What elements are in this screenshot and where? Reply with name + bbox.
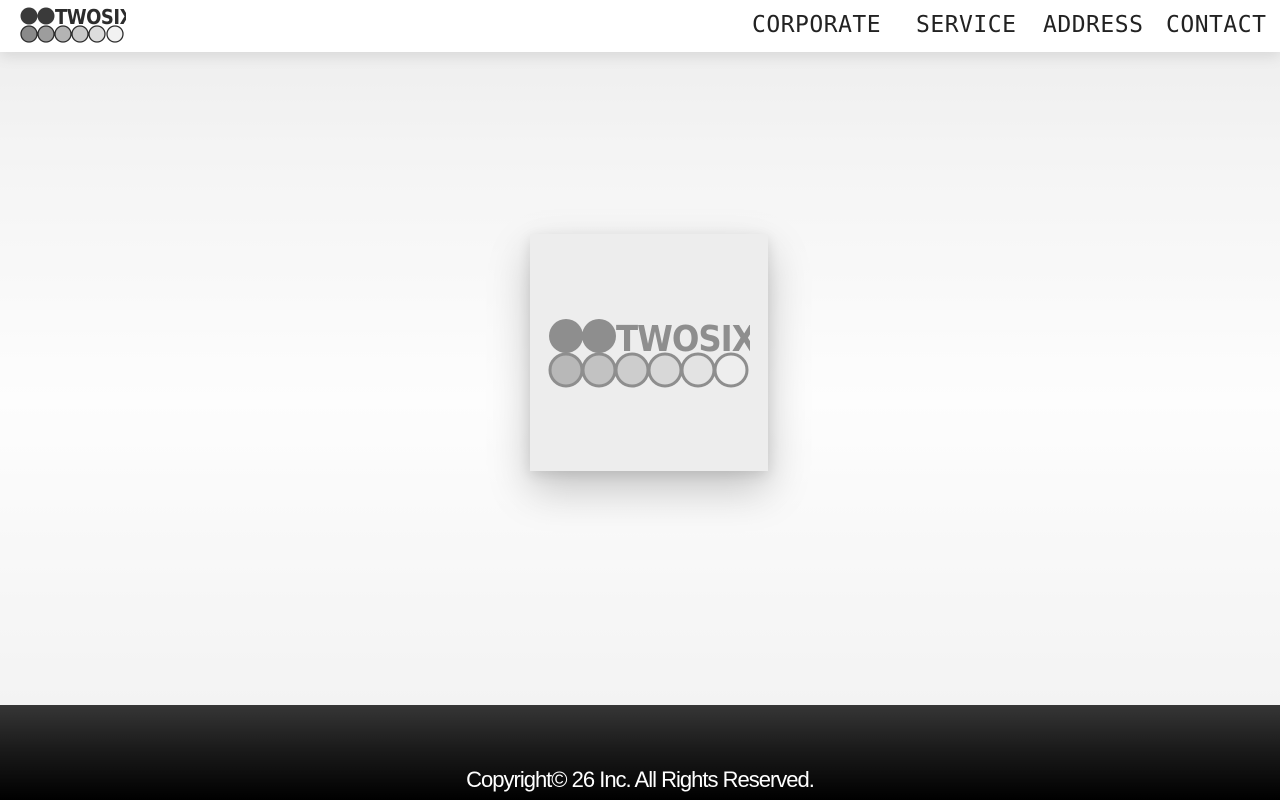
copyright-text: Copyright© 26 Inc. All Rights Reserved. [466,767,815,792]
nav-address-link[interactable]: ADDRESS [1043,11,1143,39]
site-footer: Copyright© 26 Inc. All Rights Reserved. [0,705,1280,800]
twosix-logo[interactable]: TWOSIX [20,6,126,44]
twosix-hero-logo: TWOSIX [548,319,750,388]
nav-corporate-link[interactable]: CORPORATE [752,11,881,39]
nav-service-link[interactable]: SERVICE [916,11,1016,39]
site-header: TWOSIX CORPORATE SERVICE ADDRESS CONTACT [0,0,1280,52]
nav-contact-link[interactable]: CONTACT [1166,11,1266,39]
hero-logo-card: TWOSIX [530,234,768,471]
